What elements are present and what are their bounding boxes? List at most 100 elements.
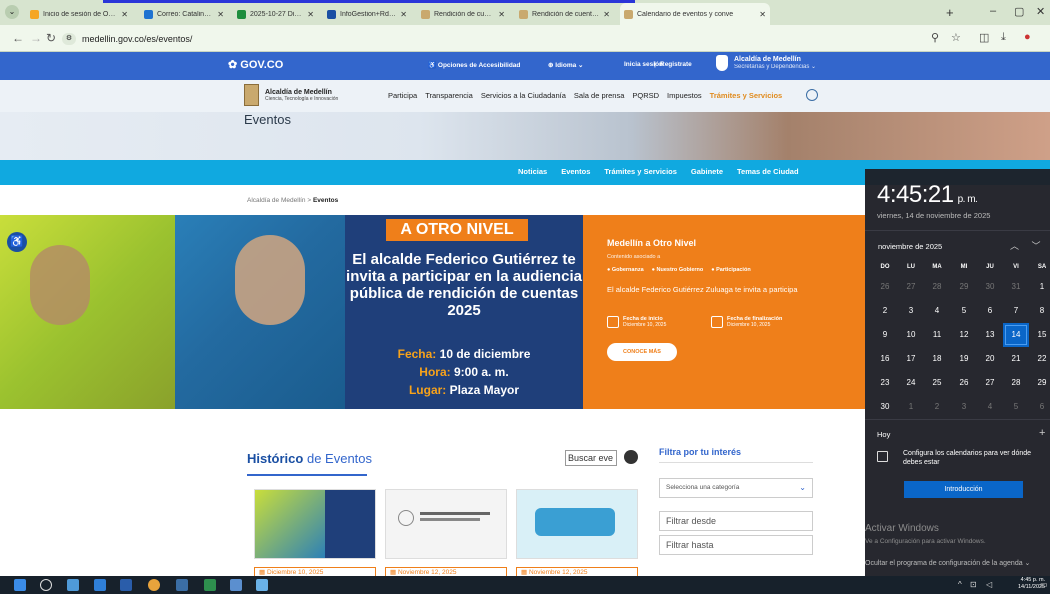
calendar-day[interactable]: 1 [1029, 275, 1050, 299]
calendar-day[interactable]: 30 [872, 395, 898, 419]
calendar-day[interactable]: 26 [951, 371, 977, 395]
medellin-logo[interactable]: Alcaldía de Medellín Ciencia, Tecnología… [244, 84, 338, 106]
main-nav-link[interactable]: Servicios a la Ciudadanía [481, 91, 566, 100]
calendar-day[interactable]: 4 [977, 395, 1003, 419]
notifications-icon[interactable]: ▭ [1040, 580, 1048, 589]
calendar-day[interactable]: 23 [872, 371, 898, 395]
calendar-day[interactable]: 15 [1029, 323, 1050, 347]
calendar-day[interactable]: 22 [1029, 347, 1050, 371]
calendar-day[interactable]: 21 [1003, 347, 1029, 371]
network-icon[interactable]: ⊡ [970, 580, 977, 589]
maximize-button[interactable]: ▢ [1014, 5, 1024, 18]
calendar-day[interactable]: 8 [1029, 299, 1050, 323]
browser-tab[interactable]: InfoGestion+RdC-2025P-Comu✕ [323, 5, 411, 23]
calendar-day[interactable]: 28 [1003, 371, 1029, 395]
calendar-day[interactable]: 24 [898, 371, 924, 395]
chevron-up-icon[interactable]: ︿ [1010, 241, 1019, 251]
calendar-day[interactable]: 11 [924, 323, 950, 347]
hide-agenda-link[interactable]: Ocultar el programa de configuración de … [865, 559, 1050, 567]
forward-icon[interactable]: → [30, 31, 42, 45]
accessibility-options-link[interactable]: ♿ Opciones de Accesibilidad [428, 61, 520, 69]
event-tag[interactable]: ● Gobernanza [607, 267, 644, 273]
calendar-day[interactable]: 17 [898, 347, 924, 371]
login-link[interactable]: Inicia sesión [624, 61, 663, 68]
calendar-month-label[interactable]: noviembre de 2025 [878, 242, 942, 251]
main-nav-link[interactable]: Transparencia [425, 91, 473, 100]
search-icon[interactable] [806, 89, 818, 101]
chevron-down-icon[interactable]: ﹀ [1032, 241, 1041, 251]
close-tab-icon[interactable]: ✕ [307, 10, 314, 19]
register-link[interactable]: Registrate [660, 61, 692, 68]
calendar-day[interactable]: 2 [872, 299, 898, 323]
event-card-date[interactable]: ▦ Diciembre 10, 2025 [254, 567, 376, 576]
introduccion-button[interactable]: Introducción [904, 481, 1023, 498]
start-icon[interactable] [14, 579, 26, 591]
calendar-day[interactable]: 29 [1029, 371, 1050, 395]
sub-nav-link[interactable]: Temas de Ciudad [737, 167, 799, 176]
calendar-day[interactable]: 30 [977, 275, 1003, 299]
browser-tab[interactable]: Rendición de cuentas - Alcaldí✕ [417, 5, 509, 23]
calendar-day[interactable]: 1 [898, 395, 924, 419]
event-card-date[interactable]: ▦ Noviembre 12, 2025 [516, 567, 638, 576]
browser-tab[interactable]: 2025-10-27 Distrito-Fondo CT- ✕ [233, 5, 318, 23]
close-tab-icon[interactable]: ✕ [217, 10, 224, 19]
calendar-day[interactable]: 29 [951, 275, 977, 299]
zoom-icon[interactable]: ⚲ [931, 31, 939, 44]
event-banner-image[interactable]: El alcalde Federico Gutiérrez te invita … [0, 215, 583, 409]
tray-chevron-icon[interactable]: ^ [958, 580, 962, 589]
main-nav-link[interactable]: Participa [388, 91, 417, 100]
main-nav-link[interactable]: Trámites y Servicios [710, 91, 783, 100]
category-select[interactable]: Selecciona una categoría ⌄ [659, 478, 813, 498]
close-tab-icon[interactable]: ✕ [121, 10, 128, 19]
event-card-image[interactable] [516, 489, 638, 559]
browser-tab[interactable]: Correo: Catalina Poveda Ortiz - ✕ [140, 5, 228, 23]
calendar-day[interactable]: 4 [924, 299, 950, 323]
main-nav-link[interactable]: Sala de prensa [574, 91, 624, 100]
sub-nav-link[interactable]: Trámites y Servicios [604, 167, 677, 176]
bookmark-star-icon[interactable]: ☆ [951, 31, 961, 44]
clock-date[interactable]: viernes, 14 de noviembre de 2025 [877, 211, 990, 220]
browser-tab[interactable]: Rendición de cuentas - Alcaldí✕ [515, 5, 614, 23]
url-bar[interactable]: ⚙ medellin.gov.co/es/eventos/ [62, 29, 962, 48]
volume-icon[interactable]: ◁ [986, 580, 992, 589]
close-window-button[interactable]: ✕ [1036, 5, 1045, 18]
calendar-day[interactable]: 3 [898, 299, 924, 323]
calendar-day[interactable]: 5 [1003, 395, 1029, 419]
back-icon[interactable]: ← [12, 31, 24, 45]
search-icon[interactable] [40, 579, 52, 591]
calendar-day[interactable]: 25 [924, 371, 950, 395]
calendar-day[interactable]: 27 [898, 275, 924, 299]
calendar-day[interactable]: 13 [977, 323, 1003, 347]
calendar-day[interactable]: 28 [924, 275, 950, 299]
word-icon[interactable] [120, 579, 132, 591]
app-icon[interactable] [176, 579, 188, 591]
close-tab-icon[interactable]: ✕ [603, 10, 610, 19]
reload-icon[interactable]: ↻ [46, 31, 56, 45]
language-selector[interactable]: ⊕ Idioma ⌄ [548, 61, 583, 69]
event-card-date[interactable]: ▦ Noviembre 12, 2025 [385, 567, 507, 576]
sub-nav-link[interactable]: Gabinete [691, 167, 723, 176]
main-nav-link[interactable]: PQRSD [632, 91, 659, 100]
calendar-day[interactable]: 5 [951, 299, 977, 323]
task-view-icon[interactable] [67, 579, 79, 591]
sub-nav-link[interactable]: Eventos [561, 167, 590, 176]
calendar-day[interactable]: 20 [977, 347, 1003, 371]
extensions-icon[interactable]: ◫ [979, 31, 989, 44]
sub-nav-link[interactable]: Noticias [518, 167, 547, 176]
calendar-day[interactable]: 10 [898, 323, 924, 347]
calendar-day[interactable]: 12 [951, 323, 977, 347]
site-info-icon[interactable]: ⚙ [62, 32, 76, 45]
close-tab-icon[interactable]: ✕ [759, 10, 766, 19]
calendar-day[interactable]: 3 [951, 395, 977, 419]
calendar-day[interactable]: 19 [951, 347, 977, 371]
browser-tab[interactable]: Inicio de sesión de Outlook | M ✕ [26, 5, 132, 23]
new-tab-button[interactable]: + [946, 5, 954, 20]
calendar-day[interactable]: 26 [872, 275, 898, 299]
browser-tab[interactable]: Calendario de eventos y conve ✕ [620, 3, 770, 25]
profile-icon[interactable]: ● [1024, 31, 1031, 43]
calendar-day[interactable]: 2 [924, 395, 950, 419]
close-tab-icon[interactable]: ✕ [400, 10, 407, 19]
outlook-icon[interactable] [94, 579, 106, 591]
app-icon[interactable] [256, 579, 268, 591]
calendar-day[interactable]: 7 [1003, 299, 1029, 323]
